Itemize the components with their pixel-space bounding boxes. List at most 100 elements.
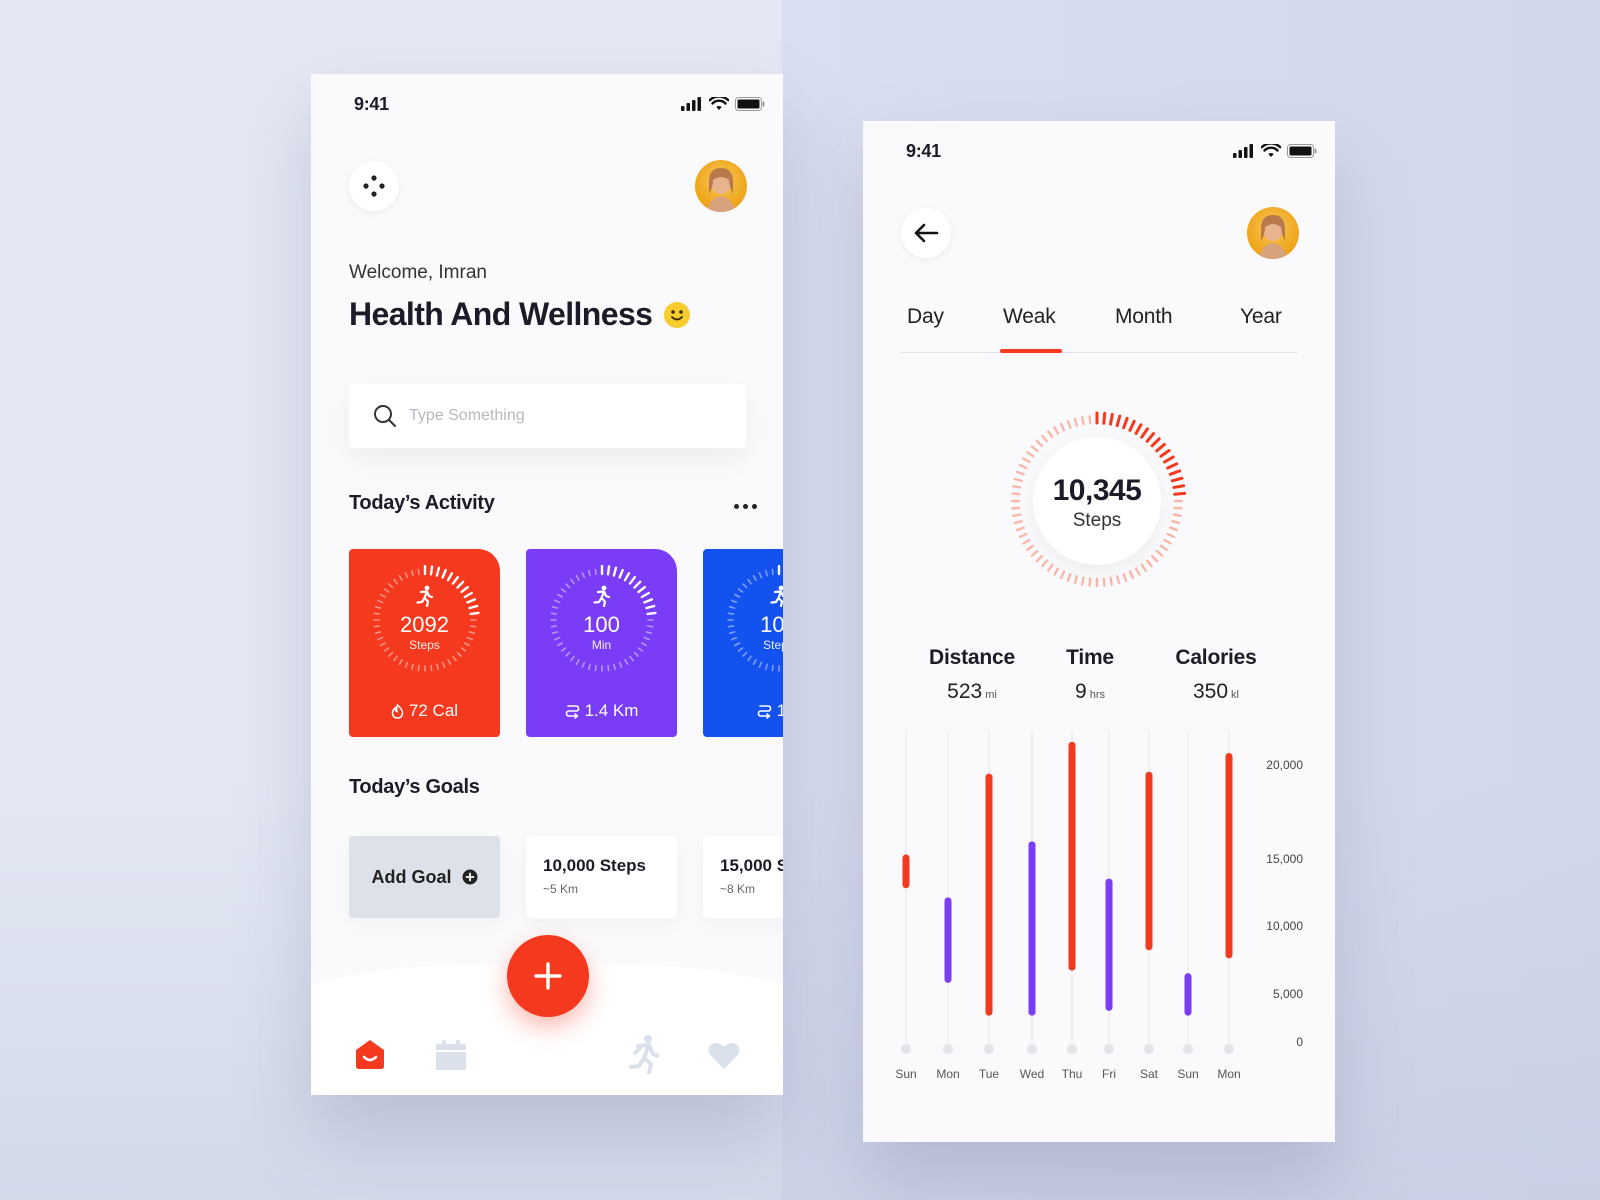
ring-tick <box>1122 573 1128 583</box>
home-tab-icon[interactable] <box>354 1038 386 1070</box>
runner-tab-icon[interactable] <box>629 1034 659 1074</box>
ring-tick <box>1128 570 1135 580</box>
tab-weak[interactable]: Weak <box>1003 305 1056 329</box>
ring-tick <box>1047 430 1054 439</box>
smiley-icon <box>664 301 691 328</box>
ring-tick <box>1155 442 1166 453</box>
page-title-text: Health And Wellness <box>349 296 653 332</box>
tab-year[interactable]: Year <box>1240 305 1282 329</box>
search-input[interactable] <box>409 407 709 425</box>
ring-tick <box>1011 506 1021 510</box>
steps-unit: Steps <box>1072 510 1122 531</box>
heart-tab-icon[interactable] <box>708 1040 740 1070</box>
tab-month[interactable]: Month <box>1115 305 1173 329</box>
avatar[interactable] <box>695 160 747 212</box>
avatar[interactable] <box>1247 207 1299 259</box>
ring-tick <box>1030 549 1039 557</box>
route-icon <box>565 704 579 719</box>
stat-value: 523 <box>947 680 983 703</box>
x-tick-label: Sat <box>1140 1067 1159 1081</box>
ring-tick <box>1102 577 1106 587</box>
stat-unit: hrs <box>1089 689 1105 701</box>
day-dot <box>984 1044 994 1054</box>
ring-tick <box>1013 477 1023 483</box>
add-button[interactable] <box>507 935 589 1017</box>
ring-tick <box>1170 476 1184 483</box>
activity-card[interactable]: 109Steps 1.4 <box>703 549 783 737</box>
weekly-steps-chart: 20,000 15,000 10,000 5,000 0 Sun Mon Tue Wed Thu F… <box>895 731 1303 1081</box>
ring-tick <box>1169 526 1179 532</box>
menu-button[interactable] <box>349 161 399 211</box>
ring-tick <box>1011 492 1021 496</box>
ring-tick <box>1035 439 1044 448</box>
ring-tick <box>1012 513 1022 517</box>
ring-tick <box>1109 412 1114 426</box>
stat-unit: kl <box>1231 689 1239 701</box>
add-goal-button[interactable]: Add Goal <box>349 836 500 918</box>
ring-tick <box>1073 575 1079 585</box>
user-photo-icon <box>1259 215 1287 259</box>
signal-icon <box>1233 144 1253 158</box>
activity-card[interactable]: 100 Min 1.4 Km <box>526 549 677 737</box>
page-title: Health And Wellness <box>349 296 691 333</box>
ring-tick <box>1030 445 1039 453</box>
dots-menu-icon <box>363 175 385 197</box>
steps-center: 10,345 Steps <box>1033 437 1161 565</box>
ring-tick <box>1159 449 1171 458</box>
battery-icon <box>735 97 765 111</box>
ring-tick <box>1018 463 1028 470</box>
ring-tick <box>1172 484 1186 489</box>
ring-tick <box>1047 563 1054 572</box>
welcome-text: Welcome, Imran <box>349 262 487 283</box>
ring-tick <box>1059 422 1066 432</box>
signal-icon <box>681 97 701 111</box>
ring-tick <box>1173 506 1183 510</box>
ring-tick <box>1081 416 1085 426</box>
activity-unit: Steps <box>763 638 783 652</box>
ring-tick <box>1088 415 1092 425</box>
activity-title: Today’s Activity <box>349 492 495 514</box>
activity-card[interactable]: 2092 Steps 72 Cal <box>349 549 500 737</box>
ring-tick <box>1145 559 1153 568</box>
ring-tick <box>1012 485 1022 489</box>
status-time: 9:41 <box>354 94 389 114</box>
ring-tick <box>1163 538 1172 545</box>
stats-screen: 9:41 Day Weak Month Year 10,345 Steps Di… <box>863 121 1335 1142</box>
activity-value: 2092 <box>400 612 449 637</box>
search-bar[interactable] <box>349 384 746 448</box>
active-tab-indicator <box>1000 349 1062 353</box>
plus-icon <box>534 962 562 990</box>
activity-footer: 1.4 <box>703 701 783 721</box>
ring-tick <box>1150 554 1159 563</box>
ring-tick <box>1041 434 1049 443</box>
stat-calories: Calories 350 kl <box>1169 646 1263 704</box>
day-dot <box>1027 1044 1037 1054</box>
ring-tick <box>1073 417 1079 427</box>
ring-tick <box>1066 573 1072 583</box>
status-time: 9:41 <box>906 141 941 161</box>
activity-more-button[interactable] <box>734 504 757 509</box>
home-screen: 9:41 Welcome, Imran Health And Wellness … <box>311 74 783 1095</box>
x-tick-label: Sun <box>1177 1067 1198 1081</box>
stat-label: Calories <box>1175 646 1257 669</box>
wifi-icon <box>1261 144 1281 157</box>
ring-tick <box>1115 414 1122 428</box>
ring-tick <box>1102 411 1107 425</box>
tab-day[interactable]: Day <box>907 305 944 329</box>
goal-card[interactable]: 10,000 Steps ~5 Km <box>526 836 677 918</box>
search-icon <box>374 405 396 427</box>
back-button[interactable] <box>901 208 951 258</box>
user-photo-icon <box>707 168 735 212</box>
y-tick-label: 20,000 <box>1266 758 1303 772</box>
y-tick-label: 5,000 <box>1273 987 1303 1001</box>
ring-tick <box>1134 567 1141 576</box>
x-tick-label: Wed <box>1020 1067 1044 1081</box>
day-dot <box>1104 1044 1114 1054</box>
ring-tick <box>1053 426 1060 435</box>
background-fade <box>0 780 1600 1200</box>
ring-tick <box>1059 570 1066 580</box>
calendar-tab-icon[interactable] <box>435 1039 467 1071</box>
goal-card[interactable]: 15,000 Steps ~8 Km <box>703 836 783 918</box>
runner-icon <box>349 585 500 612</box>
x-tick-label: Mon <box>936 1067 959 1081</box>
